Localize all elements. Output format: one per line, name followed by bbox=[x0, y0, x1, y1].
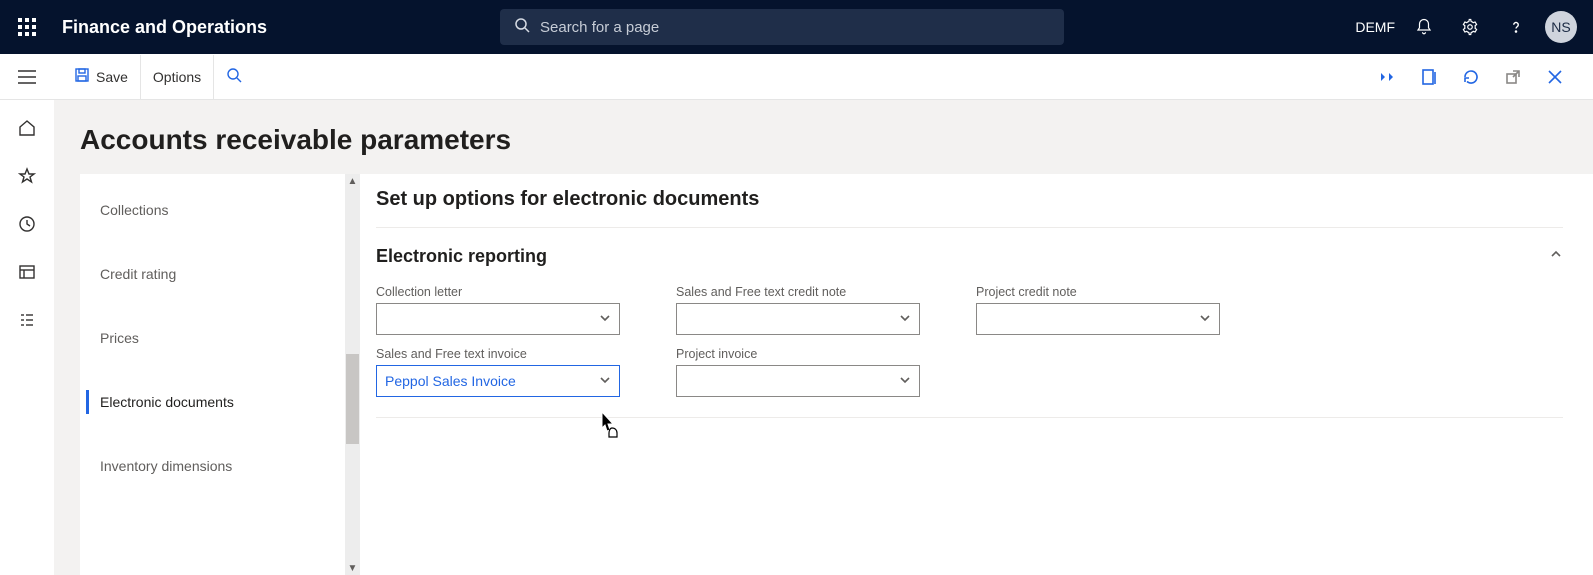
sales-credit-note-dropdown[interactable] bbox=[676, 303, 920, 335]
content-area: Accounts receivable parameters Collectio… bbox=[54, 100, 1593, 575]
recent-icon[interactable] bbox=[7, 206, 47, 242]
nav-toggle-icon[interactable] bbox=[0, 54, 54, 100]
field-project-credit-note: Project credit note bbox=[976, 285, 1220, 335]
field-project-invoice: Project invoice bbox=[676, 347, 920, 397]
user-avatar[interactable]: NS bbox=[1545, 11, 1577, 43]
field-collection-letter: Collection letter bbox=[376, 285, 620, 335]
home-icon[interactable] bbox=[7, 110, 47, 146]
page-title: Accounts receivable parameters bbox=[80, 124, 1567, 156]
chevron-down-icon bbox=[599, 373, 611, 389]
collection-letter-dropdown[interactable] bbox=[376, 303, 620, 335]
fasttab-electronic-reporting: Electronic reporting Collection letter bbox=[376, 228, 1563, 418]
action-bar: Save Options bbox=[54, 54, 1593, 99]
tab-electronic-documents[interactable]: Electronic documents bbox=[80, 370, 360, 434]
workspaces-icon[interactable] bbox=[7, 254, 47, 290]
app-launcher-icon[interactable] bbox=[0, 0, 54, 54]
field-sales-credit-note: Sales and Free text credit note bbox=[676, 285, 920, 335]
chevron-down-icon bbox=[899, 373, 911, 389]
refresh-icon[interactable] bbox=[1453, 59, 1489, 95]
fasttab-header[interactable]: Electronic reporting bbox=[376, 228, 1563, 273]
help-icon[interactable] bbox=[1493, 0, 1539, 54]
project-credit-note-dropdown[interactable] bbox=[976, 303, 1220, 335]
field-label: Sales and Free text invoice bbox=[376, 347, 620, 361]
scroll-up-icon[interactable]: ▲ bbox=[345, 174, 360, 188]
search-icon bbox=[226, 67, 242, 86]
field-label: Project credit note bbox=[976, 285, 1220, 299]
global-nav: Finance and Operations DEMF NS bbox=[0, 0, 1593, 54]
global-search-input[interactable] bbox=[540, 19, 1050, 36]
field-sales-invoice: Sales and Free text invoice Peppol Sales… bbox=[376, 347, 620, 397]
page-options-icon[interactable] bbox=[1411, 59, 1447, 95]
field-grid: Collection letter Sales and Free text cr… bbox=[376, 273, 1563, 417]
save-label: Save bbox=[96, 69, 128, 85]
scroll-thumb[interactable] bbox=[346, 354, 359, 444]
tab-collections[interactable]: Collections bbox=[80, 178, 360, 242]
favorites-icon[interactable] bbox=[7, 158, 47, 194]
save-button[interactable]: Save bbox=[62, 55, 141, 99]
search-icon bbox=[514, 17, 530, 38]
panel-row: Collections Credit rating Prices Electro… bbox=[54, 174, 1593, 575]
personalize-icon[interactable] bbox=[1369, 59, 1405, 95]
tab-inventory-dimensions[interactable]: Inventory dimensions bbox=[80, 434, 360, 498]
save-icon bbox=[74, 67, 90, 86]
sales-invoice-dropdown[interactable]: Peppol Sales Invoice bbox=[376, 365, 620, 397]
top-icons: DEMF NS bbox=[1349, 0, 1585, 54]
notifications-icon[interactable] bbox=[1401, 0, 1447, 54]
chevron-down-icon bbox=[899, 311, 911, 327]
scroll-down-icon[interactable]: ▼ bbox=[345, 561, 360, 575]
environment-label: DEMF bbox=[1349, 19, 1401, 35]
tab-prices[interactable]: Prices bbox=[80, 306, 360, 370]
find-button[interactable] bbox=[214, 55, 254, 99]
action-row: Save Options bbox=[0, 54, 1593, 100]
options-button[interactable]: Options bbox=[141, 55, 214, 99]
field-label: Project invoice bbox=[676, 347, 920, 361]
chevron-down-icon bbox=[1199, 311, 1211, 327]
app-title: Finance and Operations bbox=[62, 17, 267, 38]
section-title: Set up options for electronic documents bbox=[376, 182, 1563, 228]
tab-credit-rating[interactable]: Credit rating bbox=[80, 242, 360, 306]
fasttab-title: Electronic reporting bbox=[376, 246, 547, 267]
options-label: Options bbox=[153, 69, 201, 85]
left-rail bbox=[0, 100, 54, 575]
modules-icon[interactable] bbox=[7, 302, 47, 338]
popout-icon[interactable] bbox=[1495, 59, 1531, 95]
vertical-scrollbar[interactable]: ▲ ▼ bbox=[345, 174, 360, 575]
project-invoice-dropdown[interactable] bbox=[676, 365, 920, 397]
chevron-down-icon bbox=[599, 311, 611, 327]
form-action-icons bbox=[1369, 59, 1585, 95]
close-icon[interactable] bbox=[1537, 59, 1573, 95]
vertical-tabs: Collections Credit rating Prices Electro… bbox=[80, 174, 360, 575]
workspace: Accounts receivable parameters Collectio… bbox=[0, 100, 1593, 575]
settings-icon[interactable] bbox=[1447, 0, 1493, 54]
dropdown-value: Peppol Sales Invoice bbox=[385, 373, 516, 389]
field-label: Sales and Free text credit note bbox=[676, 285, 920, 299]
chevron-up-icon bbox=[1549, 247, 1563, 266]
main-panel: Set up options for electronic documents … bbox=[360, 174, 1593, 575]
field-label: Collection letter bbox=[376, 285, 620, 299]
global-search[interactable] bbox=[500, 9, 1064, 45]
